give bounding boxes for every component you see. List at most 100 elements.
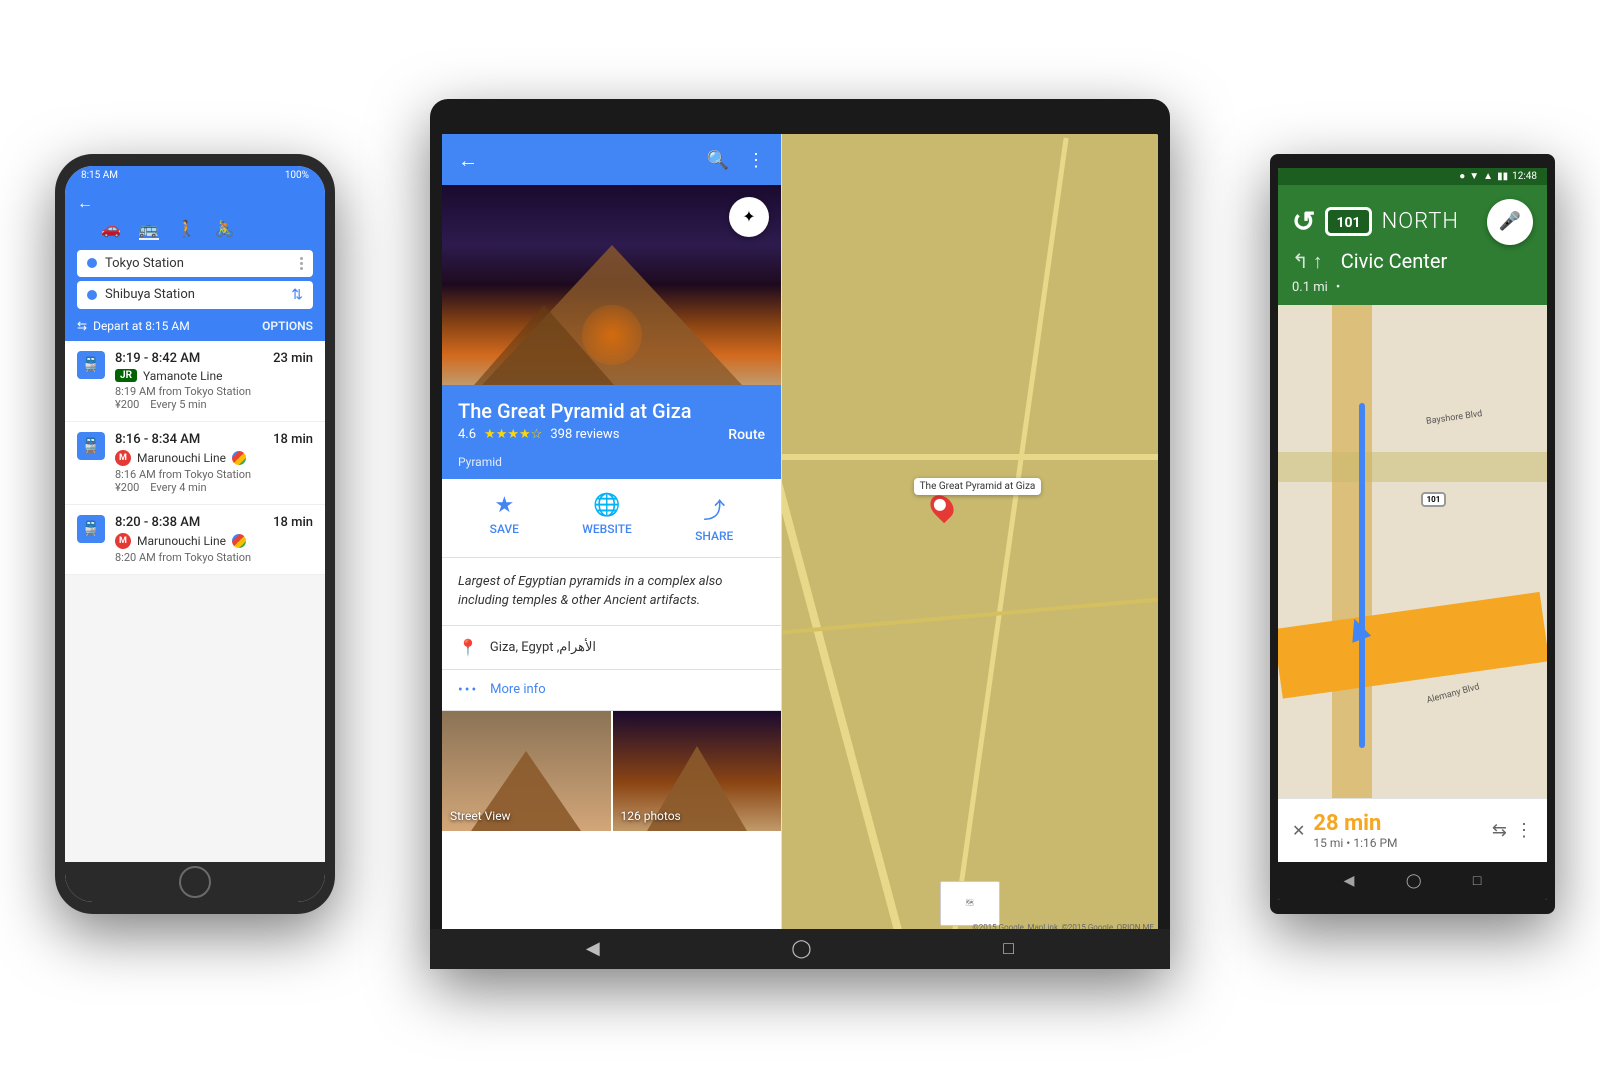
turn-preview-icons: ↰ ↑ [1292,249,1323,274]
map-thumbnail-label: 🗺 [966,899,975,907]
search-icon[interactable]: 🔍 [707,150,729,171]
share-button[interactable]: ⤴ SHARE [695,493,733,543]
options-button[interactable]: OPTIONS [262,319,313,333]
compass-button[interactable]: ✦ [729,197,769,237]
road-sign-row: ↺ 101 NORTH 🎤 [1292,199,1533,245]
dest-dot-icon [87,290,97,300]
back-button[interactable]: ← [458,148,478,173]
bayshore-label: Bayshore Blvd [1426,409,1483,427]
navigation-map[interactable]: Bayshore Blvd Alemany Blvd 101 [1278,305,1547,798]
route-from-3: 8:20 AM from Tokyo Station [115,551,313,564]
location-pin [926,490,959,523]
place-rating-row: 4.6 ★★★★☆ 398 reviews Route [458,427,765,443]
origin-field[interactable]: Tokyo Station [77,250,313,277]
eta-time: 28 min [1313,811,1484,836]
tablet-nav-bar: ◀ ◯ □ [430,929,1170,969]
swap-button[interactable]: ⇅ [291,287,303,303]
route-options-button[interactable]: ⇆ [1492,820,1507,841]
gallery-photo[interactable]: 126 photos [613,711,782,831]
depart-adjust-icon: ⇆ [77,319,87,333]
nav-highway-road [1278,592,1547,699]
origin-text: Tokyo Station [105,256,288,271]
android-nav-bar: ◀ ◯ □ [1278,862,1547,900]
route-dur-3: 18 min [273,515,313,530]
route-item-1[interactable]: 🚆 8:19 - 8:42 AM 23 min JR Yamanote Line… [65,341,325,422]
eta-detail: 15 mi • 1:16 PM [1313,836,1484,850]
transport-mode-bar: 🚗 🚌 🚶 🚴 [77,219,313,240]
more-info-label: More info [490,682,545,697]
street-row: ↰ ↑ Civic Center [1292,249,1533,274]
route-line-row-2: M Marunouchi Line [115,450,313,466]
route-dur-1: 23 min [273,351,313,366]
home-button[interactable] [179,866,211,898]
eta-info: 28 min 15 mi • 1:16 PM [1313,811,1484,850]
jr-badge: JR [115,369,137,382]
website-button[interactable]: 🌐 WEBSITE [582,493,632,543]
tablet-nav-recents[interactable]: □ [1003,938,1014,959]
more-options-icon[interactable]: ⋮ [747,150,765,171]
map-thumbnail: 🗺 [940,881,1000,926]
street-view-photo[interactable]: Street View [442,711,611,831]
direction-cardinal: NORTH [1382,209,1477,234]
walk-mode-icon[interactable]: 🚶 [177,219,197,240]
more-nav-options[interactable]: ⋮ [1515,820,1533,841]
tablet-screen: ← 🔍 ⋮ ✦ The Great Pyramid at Giza [442,134,1158,934]
map-place-label: The Great Pyramid at Giza [914,478,1042,495]
place-info-header: The Great Pyramid at Giza 4.6 ★★★★☆ 398 … [442,385,781,451]
route-times-1: 8:19 - 8:42 AM [115,351,200,366]
tablet-map[interactable]: The Great Pyramid at Giza 🗺 ©2015 Google… [782,134,1158,934]
iphone-back-arrow[interactable]: ← [77,193,313,213]
street-view-label: Street View [450,809,511,823]
transit-icon-1: 🚆 [77,351,105,379]
destination-field[interactable]: Shibuya Station ⇅ [77,281,313,309]
tablet-top-bar: ← 🔍 ⋮ [442,134,781,185]
m-badge-2: M [115,450,131,466]
website-icon: 🌐 [593,493,620,518]
save-label: SAVE [490,522,519,536]
android-back-button[interactable]: ◀ [1344,873,1355,889]
g-badge-2 [232,451,246,465]
route-list: 🚆 8:19 - 8:42 AM 23 min JR Yamanote Line… [65,341,325,862]
nav-close-button[interactable]: ✕ [1292,821,1305,840]
route-item-2[interactable]: 🚆 8:16 - 8:34 AM 18 min M Marunouchi Lin… [65,422,325,505]
nav-route-line [1359,403,1365,748]
save-button[interactable]: ★ SAVE [490,493,519,543]
android-recents-button[interactable]: □ [1473,872,1481,889]
transit-icon-2: 🚆 [77,432,105,460]
android-home-button[interactable]: ◯ [1406,873,1422,889]
tablet-nav-back[interactable]: ◀ [586,938,600,959]
more-info-row[interactable]: ••• More info [442,670,781,711]
location-pin-icon: 📍 [458,638,478,657]
photo-strip: Street View 126 photos [442,711,781,831]
highway-number: 101 [1336,215,1360,231]
route-from-1: 8:19 AM from Tokyo Station [115,385,313,398]
tablet-nav-home[interactable]: ◯ [791,938,811,959]
transit-mode-icon[interactable]: 🚌 [139,219,159,240]
depart-icon: ⇆ Depart at 8:15 AM [77,319,190,333]
share-label: SHARE [695,529,733,543]
header-actions: 🔍 ⋮ [707,150,765,171]
route-dur-2: 18 min [273,432,313,447]
iphone-battery: 100% [285,170,309,181]
car-mode-icon[interactable]: 🚗 [101,219,121,240]
route-item-3[interactable]: 🚆 8:20 - 8:38 AM 18 min M Marunouchi Lin… [65,505,325,575]
address-text: Giza, Egypt ,الأهرام [490,640,596,655]
route-line-row-1: JR Yamanote Line [115,369,313,383]
android-battery-icon: ▮▮ [1497,171,1508,182]
share-icon: ⤴ [703,493,725,525]
route-button[interactable]: Route [728,427,765,443]
turn-left-icon: ↺ [1292,205,1315,238]
line-name-3: Marunouchi Line [137,534,226,548]
distance-row: 0.1 mi • [1292,280,1533,295]
distance-unit-label: • [1336,280,1340,295]
android-signal-icon: ▲ [1483,171,1493,182]
nav-eta-bar: ✕ 28 min 15 mi • 1:16 PM ⇆ ⋮ [1278,798,1547,862]
save-icon: ★ [494,493,514,518]
mic-button[interactable]: 🎤 [1487,199,1533,245]
street-name-area: Civic Center [1341,249,1533,273]
hwy-101-badge: 101 [1421,492,1447,507]
route-detail-2: 8:16 - 8:34 AM 18 min M Marunouchi Line … [115,432,313,494]
iphone-nav-bar: ← 🚗 🚌 🚶 🚴 Tokyo Station [65,185,325,341]
bike-mode-icon[interactable]: 🚴 [215,219,235,240]
tablet-left-panel: ← 🔍 ⋮ ✦ The Great Pyramid at Giza [442,134,782,934]
